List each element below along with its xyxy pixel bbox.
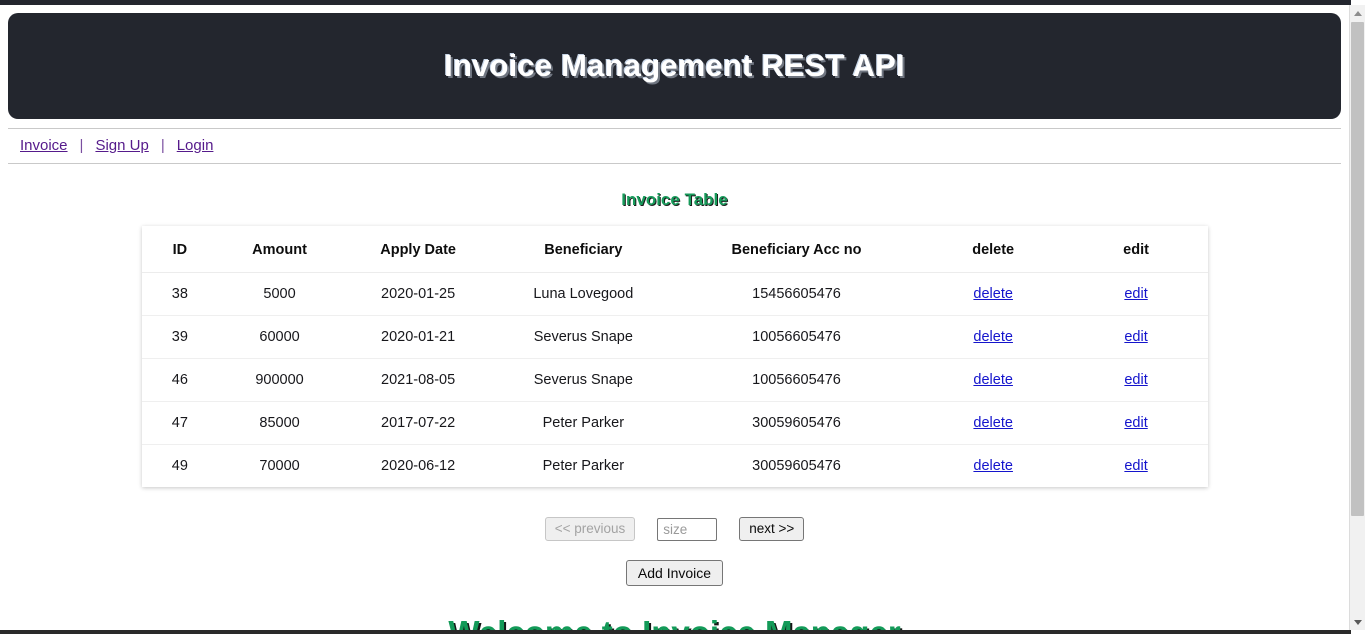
cell-delete: delete xyxy=(921,401,1065,445)
app-title: Invoice Management REST API xyxy=(444,48,905,83)
edit-link[interactable]: edit xyxy=(1124,286,1147,302)
cell-amount: 900000 xyxy=(218,358,341,402)
cell-delete: delete xyxy=(921,358,1065,402)
cell-amount: 60000 xyxy=(218,315,341,359)
cell-beneficiary-acc-no: 15456605476 xyxy=(671,272,922,316)
cell-beneficiary: Luna Lovegood xyxy=(495,272,672,316)
vertical-scrollbar[interactable] xyxy=(1349,5,1365,630)
edit-link[interactable]: edit xyxy=(1124,458,1147,474)
cell-beneficiary-acc-no: 30059605476 xyxy=(671,401,922,445)
cell-beneficiary: Peter Parker xyxy=(495,401,672,445)
cell-beneficiary: Peter Parker xyxy=(495,444,672,487)
cell-edit: edit xyxy=(1064,358,1208,402)
cell-delete: delete xyxy=(921,444,1065,487)
scroll-up-button[interactable] xyxy=(1350,5,1365,21)
table-row: 47 85000 2017-07-22 Peter Parker 3005960… xyxy=(141,401,1208,445)
edit-link[interactable]: edit xyxy=(1124,329,1147,345)
previous-page-button[interactable]: << previous xyxy=(544,517,636,541)
scrollbar-thumb[interactable] xyxy=(1351,22,1364,516)
cell-id: 38 xyxy=(141,272,219,316)
nav-link-sign-up[interactable]: Sign Up xyxy=(95,137,148,154)
cell-beneficiary-acc-no: 10056605476 xyxy=(671,315,922,359)
cell-beneficiary-acc-no: 30059605476 xyxy=(671,444,922,487)
cell-amount: 85000 xyxy=(218,401,341,445)
column-header-beneficiary-acc-no: Beneficiary Acc no xyxy=(671,226,922,273)
bottom-edge-strip xyxy=(0,630,1351,634)
cell-beneficiary: Severus Snape xyxy=(495,358,672,402)
invoice-table-head: ID Amount Apply Date Beneficiary Benefic… xyxy=(141,226,1208,273)
cell-apply-date: 2021-08-05 xyxy=(340,358,496,402)
nav-separator: | xyxy=(160,137,165,154)
nav-list: Invoice | Sign Up | Login xyxy=(20,137,1329,154)
app-banner: Invoice Management REST API xyxy=(8,13,1341,119)
next-page-button[interactable]: next >> xyxy=(739,517,805,541)
cell-delete: delete xyxy=(921,272,1065,316)
delete-link[interactable]: delete xyxy=(973,372,1013,388)
table-row: 46 900000 2021-08-05 Severus Snape 10056… xyxy=(141,358,1208,402)
cell-apply-date: 2020-01-25 xyxy=(340,272,496,316)
invoice-table-heading: Invoice Table xyxy=(621,190,728,209)
page-size-input[interactable] xyxy=(657,517,718,541)
cell-id: 39 xyxy=(141,315,219,359)
cell-apply-date: 2020-06-12 xyxy=(340,444,496,487)
add-invoice-button[interactable]: Add Invoice xyxy=(625,560,724,586)
column-header-delete: delete xyxy=(921,226,1065,273)
nav-link-login[interactable]: Login xyxy=(177,137,214,154)
cell-id: 46 xyxy=(141,358,219,402)
column-header-edit: edit xyxy=(1064,226,1208,273)
invoice-table-body: 38 5000 2020-01-25 Luna Lovegood 1545660… xyxy=(141,272,1208,487)
welcome-heading: Welcome to Invoice Manager xyxy=(0,614,1349,630)
delete-link[interactable]: delete xyxy=(973,415,1013,431)
delete-link[interactable]: delete xyxy=(973,286,1013,302)
cell-edit: edit xyxy=(1064,272,1208,316)
column-header-id: ID xyxy=(141,226,219,273)
cell-beneficiary: Severus Snape xyxy=(495,315,672,359)
table-row: 39 60000 2020-01-21 Severus Snape 100566… xyxy=(141,315,1208,359)
cell-apply-date: 2020-01-21 xyxy=(340,315,496,359)
cell-id: 47 xyxy=(141,401,219,445)
table-header-row: ID Amount Apply Date Beneficiary Benefic… xyxy=(141,226,1208,273)
invoice-table-card: ID Amount Apply Date Beneficiary Benefic… xyxy=(141,226,1208,487)
pagination-controls: << previous next >> xyxy=(0,517,1349,541)
delete-link[interactable]: delete xyxy=(973,458,1013,474)
edit-link[interactable]: edit xyxy=(1124,415,1147,431)
nav-separator: | xyxy=(79,137,84,154)
column-header-apply-date: Apply Date xyxy=(340,226,496,273)
cell-delete: delete xyxy=(921,315,1065,359)
cell-beneficiary-acc-no: 10056605476 xyxy=(671,358,922,402)
main-navigation: Invoice | Sign Up | Login xyxy=(8,128,1341,164)
browser-viewport: Invoice Management REST API Invoice | Si… xyxy=(0,0,1365,634)
cell-edit: edit xyxy=(1064,315,1208,359)
delete-link[interactable]: delete xyxy=(973,329,1013,345)
column-header-beneficiary: Beneficiary xyxy=(495,226,672,273)
cell-amount: 70000 xyxy=(218,444,341,487)
add-invoice-row: Add Invoice xyxy=(0,560,1349,586)
cell-id: 49 xyxy=(141,444,219,487)
invoice-table: ID Amount Apply Date Beneficiary Benefic… xyxy=(141,226,1208,487)
nav-link-invoice[interactable]: Invoice xyxy=(20,137,68,154)
chevron-up-icon xyxy=(1353,10,1362,16)
chevron-down-icon xyxy=(1353,619,1362,625)
cell-edit: edit xyxy=(1064,444,1208,487)
table-row: 38 5000 2020-01-25 Luna Lovegood 1545660… xyxy=(141,272,1208,316)
cell-edit: edit xyxy=(1064,401,1208,445)
edit-link[interactable]: edit xyxy=(1124,372,1147,388)
table-row: 49 70000 2020-06-12 Peter Parker 3005960… xyxy=(141,444,1208,487)
page-content: Invoice Management REST API Invoice | Si… xyxy=(0,5,1349,630)
cell-apply-date: 2017-07-22 xyxy=(340,401,496,445)
cell-amount: 5000 xyxy=(218,272,341,316)
scroll-down-button[interactable] xyxy=(1350,614,1365,630)
column-header-amount: Amount xyxy=(218,226,341,273)
